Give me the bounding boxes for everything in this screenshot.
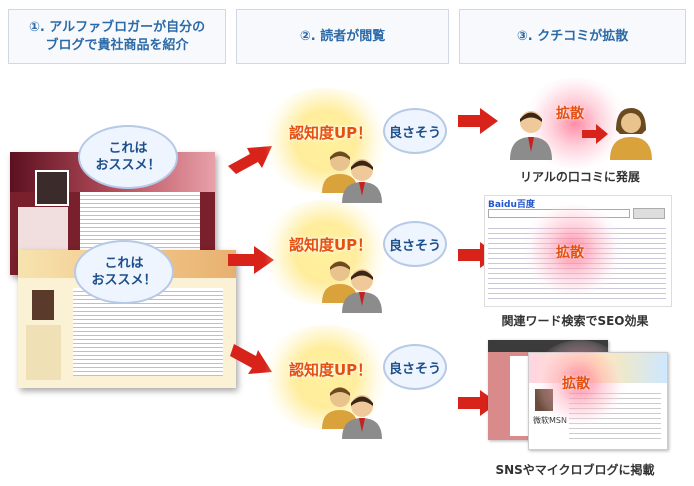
reader-group-icon-1	[322, 151, 382, 203]
person-female-icon	[610, 108, 652, 160]
step-2-label: ②. 読者が閲覧	[299, 28, 386, 44]
person-male-icon	[510, 111, 552, 160]
blogger-speech-text-2: これは おススメ！	[91, 256, 157, 288]
caption-seo: 関連ワード検索でSEO効果	[501, 314, 649, 328]
awareness-text-2: 認知度UP！	[289, 236, 373, 254]
arrow-person-to-person	[582, 124, 608, 144]
search-button	[633, 208, 665, 219]
spread-label-1: 拡散	[556, 106, 584, 122]
reader-bubble-text-2: 良さそう	[388, 238, 441, 254]
spread-label-3: 拡散	[562, 376, 590, 392]
awareness-text-1: 認知度UP！	[289, 124, 373, 142]
blogger-speech-text-1: これは おススメ！	[95, 141, 161, 173]
step-2-box: ②. 読者が閲覧	[236, 9, 449, 64]
step-1-line1: ①. アルファブロガーが自分の	[28, 19, 206, 35]
reader-bubble-text-3: 良さそう	[388, 361, 441, 377]
step-3-label: ③. クチコミが拡散	[516, 28, 629, 44]
awareness-text-3: 認知度UP！	[289, 361, 373, 379]
blogger-speech-bubble-2: これは おススメ！	[74, 240, 174, 304]
step-1-line2: ブログで貴社商品を紹介	[45, 37, 189, 53]
step-3-box: ③. クチコミが拡散	[459, 9, 686, 64]
arrow-reader-to-spread-1	[458, 108, 498, 134]
blogger-speech-bubble-1: これは おススメ！	[78, 125, 178, 189]
reader-group-icon-2	[322, 261, 382, 313]
caption-word-of-mouth: リアルの口コミに発展	[520, 170, 640, 184]
spread-label-2: 拡散	[556, 245, 584, 261]
reader-bubble-2: 良さそう	[383, 221, 447, 267]
reader-bubble-3: 良さそう	[383, 344, 447, 390]
reader-group-icon-3	[322, 387, 382, 439]
reader-bubble-1: 良さそう	[383, 108, 447, 154]
step-1-box: ①. アルファブロガーが自分の ブログで貴社商品を紹介	[8, 9, 226, 64]
reader-bubble-text-1: 良さそう	[388, 125, 441, 141]
caption-sns: SNSやマイクロブログに掲載	[495, 463, 655, 477]
